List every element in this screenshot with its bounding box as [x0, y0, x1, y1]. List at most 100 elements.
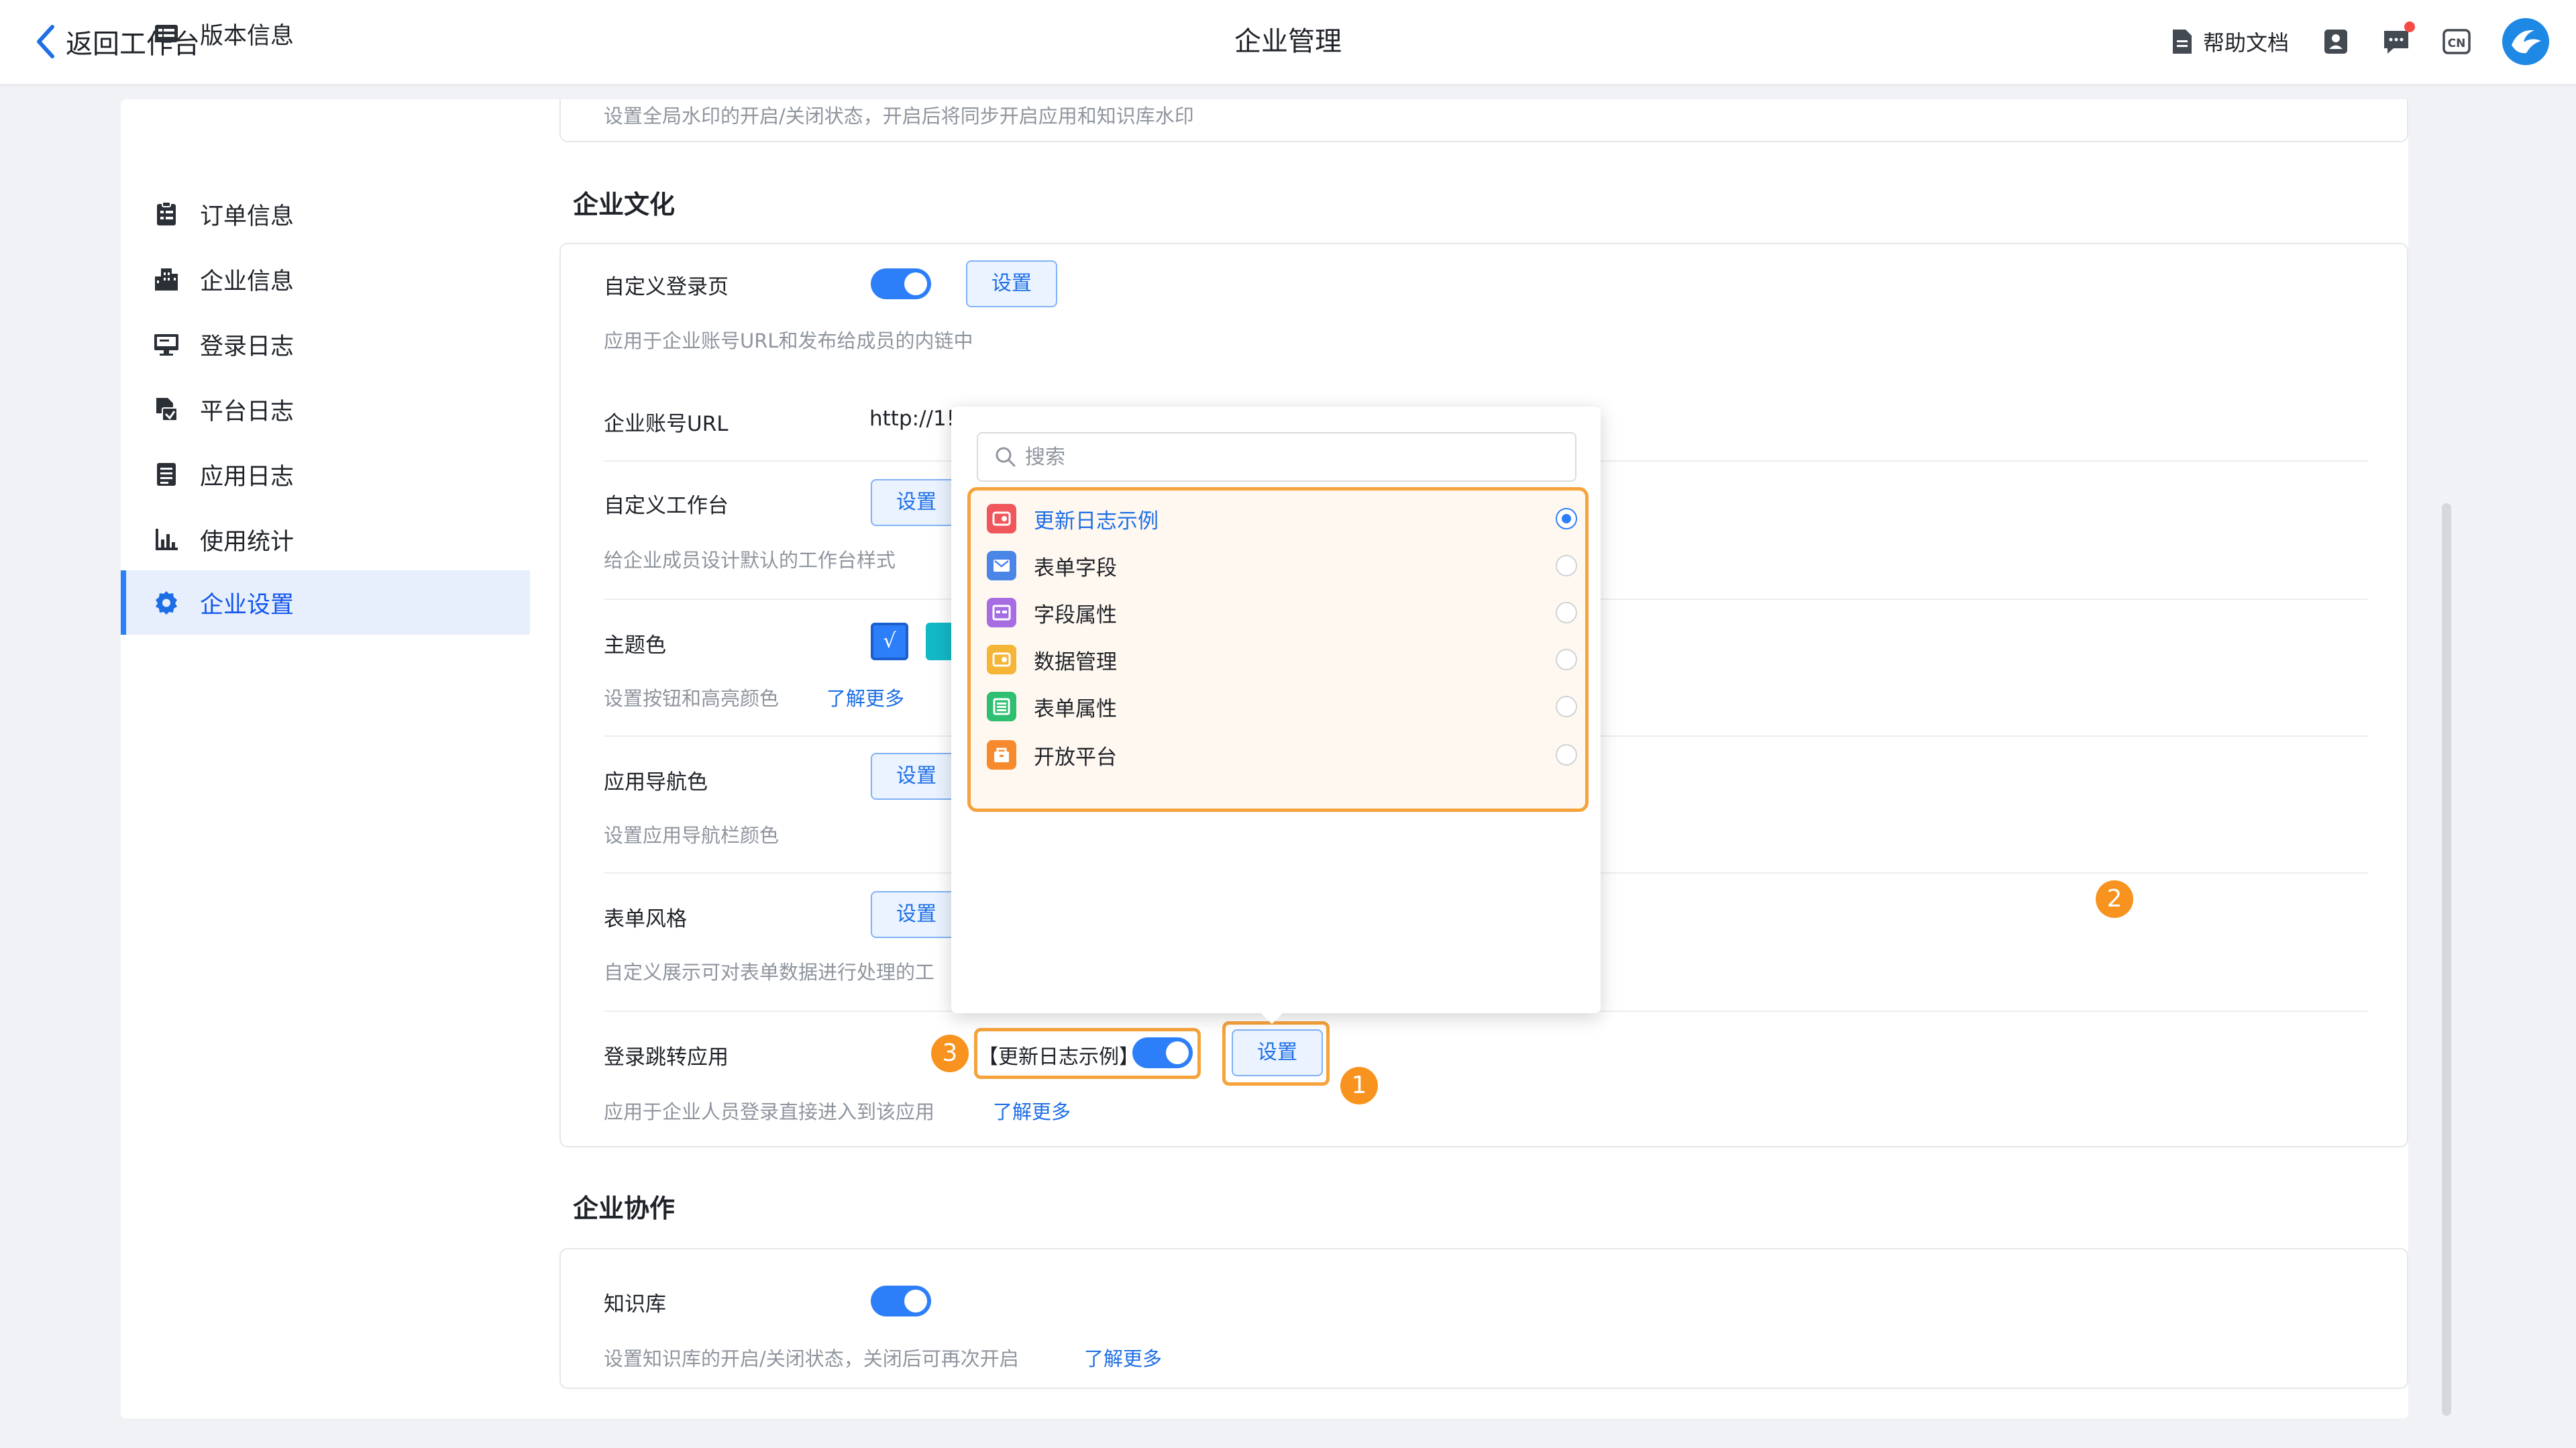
sidebar-item-label: 登录日志: [200, 333, 294, 360]
section-title-culture: 企业文化: [573, 190, 676, 219]
login-redirect-label: 登录跳转应用: [604, 1045, 729, 1070]
app-option-field-attributes[interactable]: 字段属性: [987, 592, 1577, 633]
language-label: CN: [2448, 37, 2466, 50]
custom-login-desc: 应用于企业账号URL和发布给成员的内链中: [604, 329, 973, 352]
login-redirect-settings-button[interactable]: 设置: [1232, 1029, 1323, 1076]
building-icon: [155, 268, 178, 291]
app-icon: [987, 551, 1016, 580]
sidebar-item-label: 订单信息: [200, 203, 294, 230]
form-attributes-app-icon: [993, 698, 1010, 715]
version-icon: [155, 25, 178, 42]
sidebar-item-usage-stats[interactable]: 使用统计: [121, 507, 530, 572]
app-search-input[interactable]: [1025, 445, 1562, 469]
app-option-update-log[interactable]: 更新日志示例: [987, 499, 1577, 539]
account-url-label: 企业账号URL: [604, 412, 729, 436]
custom-login-label: 自定义登录页: [604, 275, 729, 299]
custom-login-toggle[interactable]: [871, 268, 931, 299]
custom-workbench-desc: 给企业成员设计默认的工作台样式: [604, 549, 896, 572]
app-icon: [987, 645, 1016, 674]
sidebar-item-company-settings[interactable]: 企业设置: [121, 570, 530, 635]
language-icon: CN: [2443, 29, 2471, 54]
sidebar-item-label: 使用统计: [200, 528, 294, 556]
app-option-label: 表单字段: [1034, 556, 1117, 580]
dropdown-pointer: [1261, 1013, 1283, 1024]
form-style-desc: 自定义展示可对表单数据进行处理的工: [604, 961, 935, 984]
selected-app-tag: 【更新日志示例】: [978, 1045, 1139, 1069]
app-option-open-platform[interactable]: 开放平台: [987, 735, 1577, 775]
sidebar-item-label: 企业信息: [200, 268, 294, 295]
app-nav-desc: 设置应用导航栏颜色: [604, 824, 780, 847]
app-option-radio[interactable]: [1556, 696, 1577, 717]
app-icon: [987, 598, 1016, 627]
app-option-radio-selected[interactable]: [1556, 508, 1577, 529]
sidebar-item-label: 企业设置: [200, 591, 294, 619]
sidebar-item-company[interactable]: 企业信息: [121, 247, 530, 311]
app-option-data-management[interactable]: 数据管理: [987, 639, 1577, 680]
app-select-dropdown: 更新日志示例 表单字段 字段属性 数据管理 表单属性 开放平台: [951, 407, 1601, 1013]
app-nav-settings-button[interactable]: 设置: [871, 753, 962, 800]
messages-button[interactable]: [2381, 21, 2415, 56]
document-icon: [2172, 30, 2192, 54]
app-option-label: 更新日志示例: [1034, 509, 1159, 533]
order-icon: [157, 201, 176, 225]
app-option-form-attributes[interactable]: 表单属性: [987, 686, 1577, 727]
app-option-label: 字段属性: [1034, 603, 1117, 627]
custom-workbench-label: 自定义工作台: [604, 494, 729, 518]
app-icon: [987, 504, 1016, 533]
top-right-tools: 帮助文档 CN: [2171, 16, 2549, 67]
app-option-label: 数据管理: [1034, 650, 1117, 674]
sidebar-item-app-log[interactable]: 应用日志: [121, 442, 530, 507]
watermark-desc: 设置全局水印的开启/关闭状态，开启后将同步开启应用和知识库水印: [604, 105, 1194, 127]
app-option-radio[interactable]: [1556, 602, 1577, 623]
sidebar-item-login-log[interactable]: 登录日志: [121, 312, 530, 376]
app-option-radio[interactable]: [1556, 744, 1577, 766]
knowledge-base-label: 知识库: [604, 1292, 666, 1316]
app-list-highlight: 更新日志示例 表单字段 字段属性 数据管理 表单属性 开放平台: [967, 487, 1589, 812]
login-redirect-desc: 应用于企业人员登录直接进入到该应用: [604, 1100, 935, 1123]
knowledge-base-desc: 设置知识库的开启/关闭状态，关闭后可再次开启: [604, 1347, 1019, 1370]
sidebar-item-order[interactable]: 订单信息: [121, 182, 530, 246]
sidebar: 版本信息 订单信息 企业信息 登录日志 平台日志 应用日志 使用统计 企业设置: [121, 23, 530, 1418]
step-badge-2: 2: [2096, 880, 2133, 918]
theme-learn-more-link[interactable]: 了解更多: [826, 683, 904, 711]
login-redirect-learn-more-link[interactable]: 了解更多: [993, 1096, 1071, 1125]
monitor-icon: [154, 334, 178, 356]
app-icon: [987, 740, 1016, 770]
form-fields-app-icon: [994, 560, 1010, 572]
theme-color-blue[interactable]: √: [871, 623, 908, 660]
app-option-radio[interactable]: [1556, 555, 1577, 576]
form-style-label: 表单风格: [604, 907, 687, 931]
theme-color-label: 主题色: [604, 633, 666, 658]
app-nav-color-label: 应用导航色: [604, 770, 708, 794]
knowledge-base-learn-more-link[interactable]: 了解更多: [1084, 1343, 1162, 1372]
sidebar-item-platform-log[interactable]: 平台日志: [121, 377, 530, 442]
avatar-logo-icon: [2512, 30, 2541, 54]
help-docs-link[interactable]: 帮助文档: [2171, 26, 2289, 57]
sidebar-item-label: 应用日志: [200, 463, 294, 490]
custom-login-settings-button[interactable]: 设置: [966, 260, 1057, 307]
app-search-box[interactable]: [977, 432, 1576, 482]
page-scrollbar[interactable]: [2442, 503, 2451, 1416]
update-log-app-icon: [992, 511, 1011, 526]
platform-log-icon: [156, 398, 178, 421]
sidebar-item-version[interactable]: 版本信息: [121, 1, 530, 66]
sidebar-item-label: 版本信息: [200, 22, 294, 50]
custom-workbench-settings-button[interactable]: 设置: [871, 479, 962, 526]
account-url-value: http://1!: [869, 407, 955, 431]
notification-dot: [2404, 21, 2415, 32]
data-management-app-icon: [992, 652, 1011, 667]
knowledge-base-toggle[interactable]: [871, 1286, 931, 1316]
user-avatar[interactable]: [2502, 18, 2549, 65]
app-option-form-fields[interactable]: 表单字段: [987, 546, 1577, 586]
app-option-radio[interactable]: [1556, 649, 1577, 670]
chevron-left-icon: [37, 25, 54, 58]
form-style-settings-button[interactable]: 设置: [871, 891, 962, 938]
contacts-button[interactable]: [2321, 27, 2351, 56]
open-platform-app-icon: [994, 747, 1009, 762]
login-redirect-toggle[interactable]: [1132, 1037, 1193, 1068]
step-badge-1: 1: [1340, 1067, 1378, 1104]
app-option-label: 开放平台: [1034, 745, 1117, 770]
theme-color-desc: 设置按钮和高亮颜色: [604, 687, 780, 710]
contacts-icon: [2324, 30, 2347, 54]
language-button[interactable]: CN: [2442, 27, 2471, 56]
